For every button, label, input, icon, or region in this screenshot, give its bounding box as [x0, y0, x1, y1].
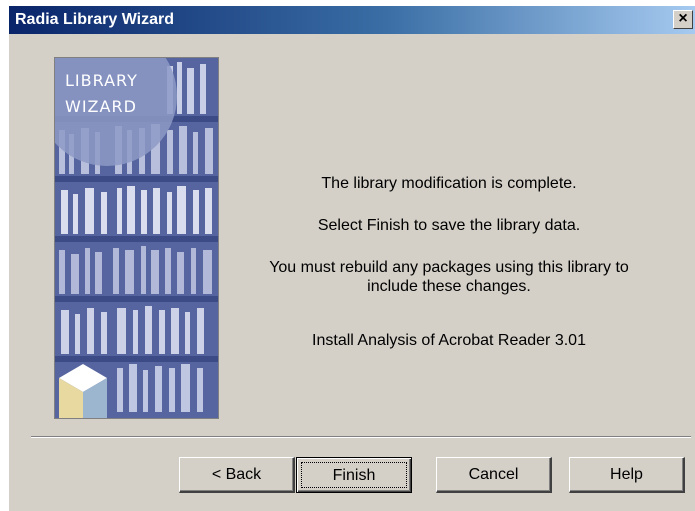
help-button[interactable]: Help [569, 457, 685, 493]
wizard-dialog: Radia Library Wizard × LIBRARY WIZARD Th… [8, 5, 695, 511]
back-button[interactable]: < Back [179, 457, 295, 493]
package-name: Install Analysis of Acrobat Reader 3.01 [312, 332, 586, 349]
image-caption-wizard: WIZARD [65, 97, 137, 116]
finish-instruction: Select Finish to save the library data. [317, 217, 581, 234]
finish-button-label: Finish [301, 462, 407, 488]
library-wizard-image: LIBRARY WIZARD [54, 57, 219, 419]
completion-message: The library modification is complete. [321, 175, 577, 192]
finish-button[interactable]: Finish [296, 457, 412, 493]
cancel-button[interactable]: Cancel [436, 457, 552, 493]
image-caption-library: LIBRARY [65, 71, 138, 90]
button-separator [31, 436, 691, 438]
rebuild-notice: You must rebuild any packages using this… [269, 259, 629, 295]
window-title: Radia Library Wizard [15, 11, 175, 28]
title-bar[interactable]: Radia Library Wizard × [9, 6, 695, 34]
close-button[interactable]: × [673, 10, 693, 29]
